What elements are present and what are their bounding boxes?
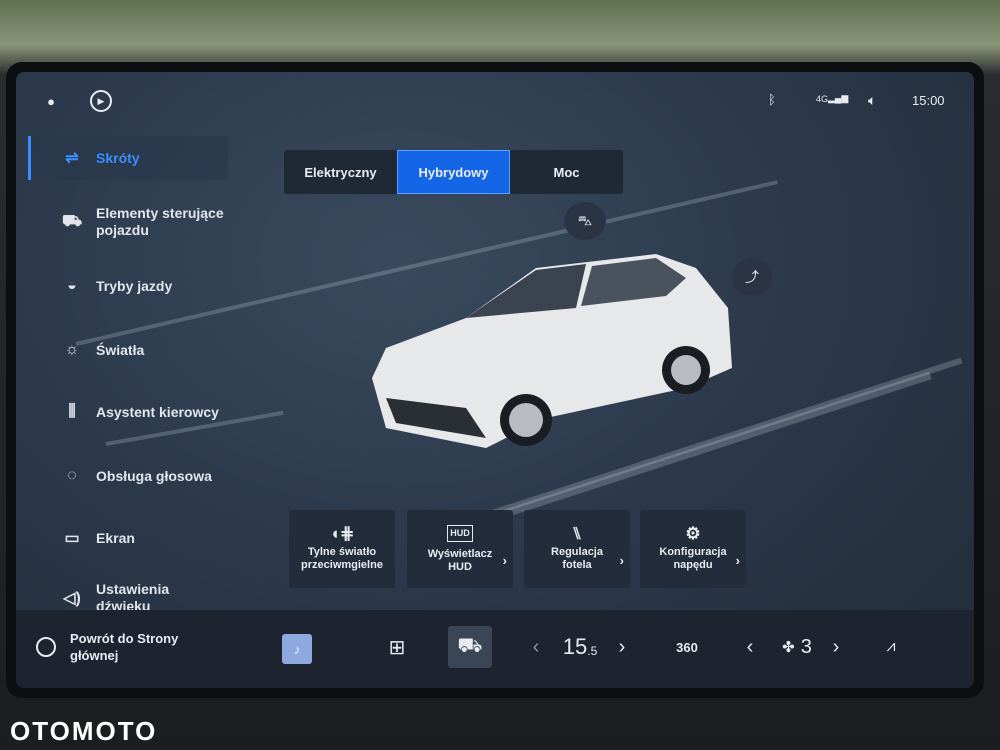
- camera-360-label: 360: [676, 639, 698, 655]
- chevron-right-icon: ›: [735, 553, 740, 568]
- sidebar-item-driver-assist[interactable]: ⫼ Asystent kierowcy: [28, 390, 258, 434]
- tile-seat[interactable]: ⑊ Regulacja fotela ›: [524, 510, 630, 588]
- fan-speed-value: 3: [800, 635, 812, 658]
- temp-up-button[interactable]: ›: [612, 626, 632, 668]
- vehicle-controls-icon[interactable]: ⛟: [448, 626, 492, 668]
- tile-label: Regulacja fotela: [551, 545, 603, 571]
- sidebar-item-label: Światła: [96, 342, 145, 358]
- shortcuts-icon: ⇌: [65, 150, 79, 167]
- sidebar-item-label: Elementy sterujące pojazdu: [96, 205, 224, 238]
- camera-360-button[interactable]: 360: [670, 626, 704, 668]
- profile-icon[interactable]: ●: [42, 92, 60, 110]
- status-bar: ● ▶ ᛒ 4G ▂▄▆ 🔈︎ 15:00: [16, 90, 974, 114]
- signal-icon: 4G ▂▄▆: [816, 93, 849, 104]
- home-icon: [36, 637, 56, 657]
- trunk-open-icon[interactable]: ⛍: [564, 202, 606, 240]
- fan-down-button[interactable]: ‹: [740, 626, 760, 668]
- sound-icon: ◁): [63, 590, 81, 607]
- temp-down-button[interactable]: ‹: [526, 626, 546, 668]
- vehicle-image: [372, 254, 732, 448]
- bottom-bar: Powrót do Strony głównej ♪ ⊞ ⛟ ‹ 15.5 › …: [16, 610, 974, 688]
- home-label: Powrót do Strony głównej: [70, 631, 179, 663]
- sidebar-item-drive-modes[interactable]: ◒ Tryby jazdy: [28, 264, 228, 308]
- voice-icon: ◌: [67, 467, 77, 484]
- sidebar-item-vehicle-controls[interactable]: ⛟ Elementy sterujące pojazdu: [28, 200, 248, 244]
- hud-icon: HUD: [447, 524, 473, 542]
- seat-heat-lock-icon[interactable]: ⩘: [878, 626, 904, 668]
- tile-label: Wyświetlacz HUD: [427, 547, 493, 573]
- chevron-right-icon: ›: [619, 553, 624, 568]
- drive-mode-selector: Elektryczny Hybrydowy Moc: [284, 150, 623, 194]
- temperature-decimal: .5: [587, 644, 598, 658]
- sidebar-item-screen[interactable]: ▭ Ekran: [28, 516, 228, 560]
- music-app-icon[interactable]: ♪: [282, 634, 312, 664]
- mode-hybrydowy[interactable]: Hybrydowy: [397, 150, 510, 194]
- driver-assist-icon: ⫼: [68, 403, 76, 420]
- seat-icon: ⑊: [571, 523, 583, 543]
- tile-drive-config[interactable]: ⚙ Konfiguracja napędu ›: [640, 510, 746, 588]
- sidebar-item-label: Tryby jazdy: [96, 278, 173, 294]
- temperature-display: 15.5: [560, 626, 600, 668]
- network-label: 4G: [816, 93, 829, 104]
- drive-config-icon: ⚙: [685, 523, 701, 543]
- mode-moc[interactable]: Moc: [510, 150, 623, 194]
- apps-grid-icon[interactable]: ⊞: [380, 626, 414, 668]
- sidebar-item-label: Skróty: [96, 150, 140, 166]
- clock: 15:00: [912, 93, 945, 108]
- fan-up-button[interactable]: ›: [826, 626, 846, 668]
- tailgate-icon[interactable]: ⤴: [732, 258, 772, 296]
- mode-elektryczny[interactable]: Elektryczny: [284, 150, 397, 194]
- sidebar-item-lights[interactable]: ☼ Światła: [28, 328, 228, 372]
- tile-rear-fog-light[interactable]: ◖⋕ Tylne światło przeciwmgielne: [289, 510, 395, 588]
- chevron-right-icon: ›: [502, 553, 507, 568]
- screen-icon: ▭: [64, 530, 80, 547]
- bluetooth-icon: ᛒ: [768, 92, 776, 107]
- temperature-value: 15: [562, 634, 588, 659]
- rear-fog-light-icon: ◖⋕: [329, 523, 355, 543]
- tile-hud[interactable]: HUD Wyświetlacz HUD ›: [407, 510, 513, 588]
- tile-label: Konfiguracja napędu: [659, 545, 727, 571]
- home-button[interactable]: Powrót do Strony głównej: [36, 626, 256, 668]
- tile-label: Tylne światło przeciwmgielne: [301, 545, 383, 571]
- sidebar-item-skroty[interactable]: ⇌ Skróty: [28, 136, 228, 180]
- sidebar-item-label: Obsługa głosowa: [96, 468, 212, 484]
- sidebar-item-voice[interactable]: ◌ Obsługa głosowa: [28, 454, 258, 498]
- infotainment-screen: ● ▶ ᛒ 4G ▂▄▆ 🔈︎ 15:00 ⇌ Skróty ⛟ Elementy s…: [16, 72, 974, 688]
- media-play-icon[interactable]: ▶: [90, 90, 112, 112]
- fan-speed-display: ✤ 3: [772, 626, 822, 668]
- sidebar-item-label: Asystent kierowcy: [96, 404, 219, 420]
- car-icon: ⛟: [62, 213, 83, 230]
- fan-icon: ✤: [782, 639, 795, 656]
- sidebar-item-label: Ekran: [96, 530, 135, 546]
- steering-wheel-icon: ◒: [67, 277, 77, 294]
- watermark-logo: OTOMOTO: [10, 716, 158, 746]
- volume-icon[interactable]: 🔈︎: [868, 92, 876, 109]
